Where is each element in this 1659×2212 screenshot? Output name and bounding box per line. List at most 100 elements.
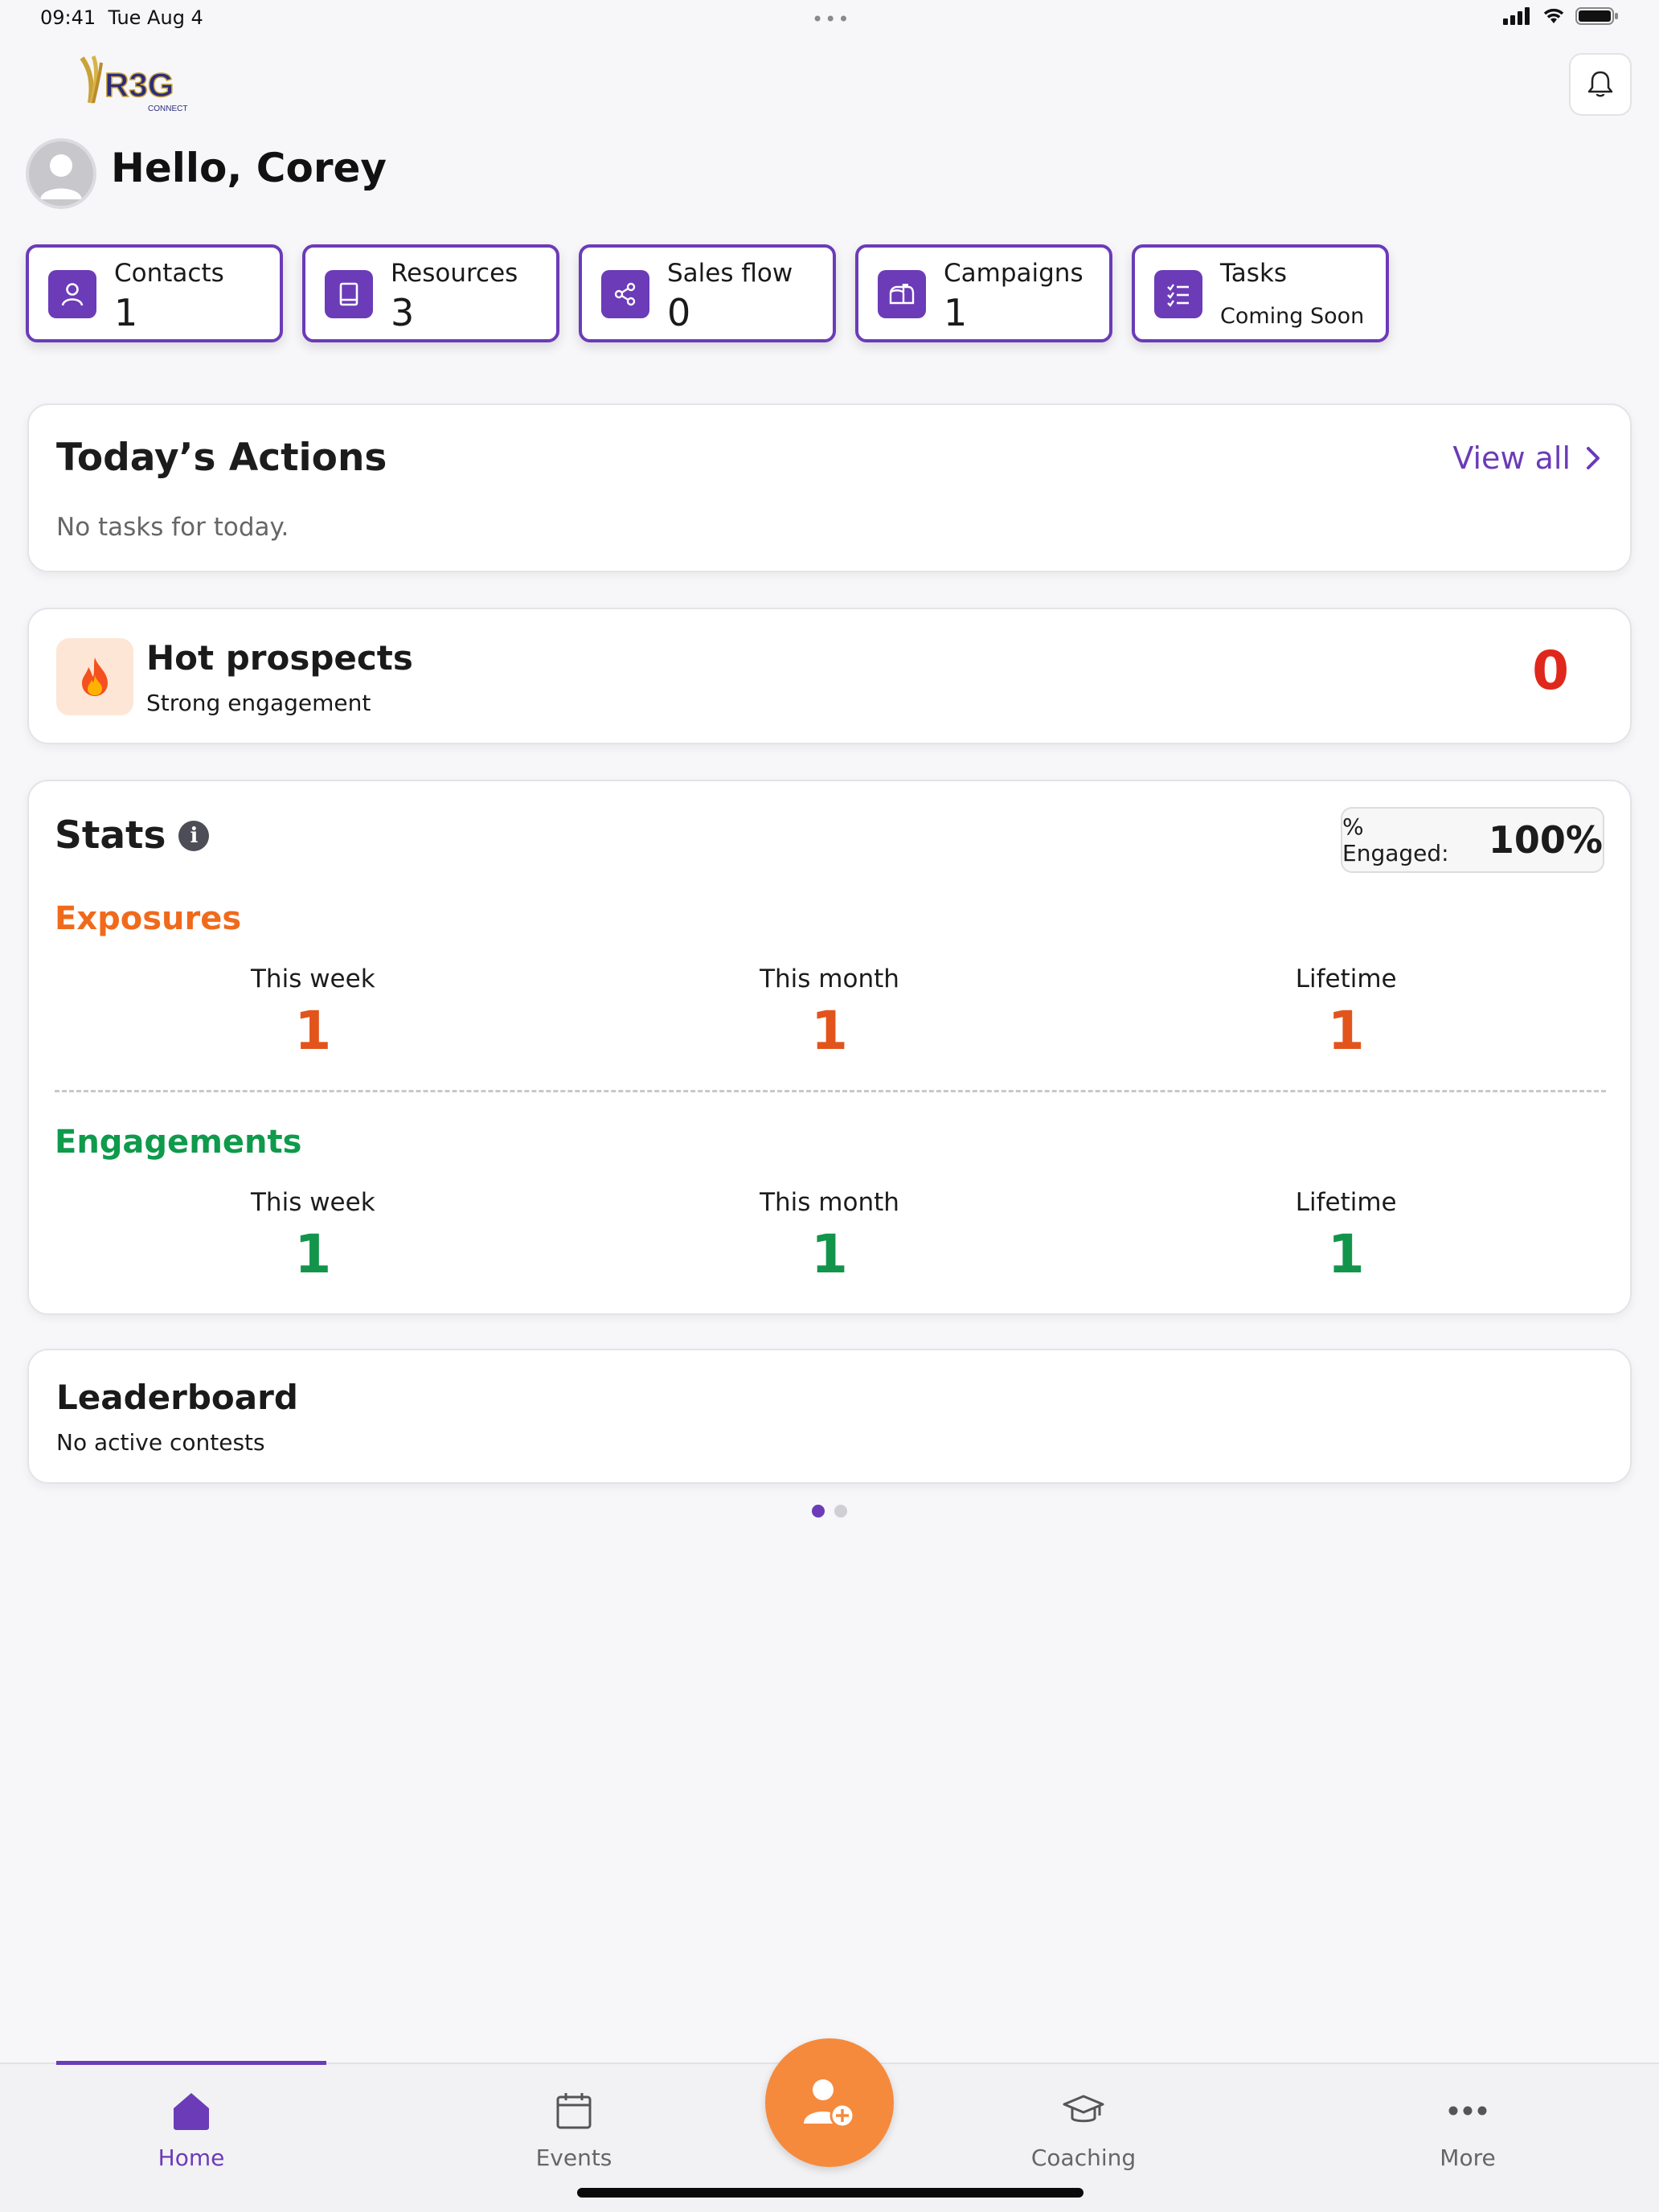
svg-text:R3G: R3G: [104, 66, 174, 104]
page-indicator[interactable]: [812, 1505, 847, 1518]
hot-prospects-title: Hot prospects: [146, 638, 413, 678]
metric-value: 1: [811, 1223, 848, 1285]
metric-label: Lifetime: [1295, 1188, 1397, 1217]
nav-home-label: Home: [158, 2144, 225, 2171]
status-clock: 09:41: [40, 6, 96, 29]
greeting: Hello, Corey: [111, 145, 387, 191]
no-tasks-note: No tasks for today.: [56, 513, 289, 542]
status-bar: 09:41 Tue Aug 4 •••: [0, 0, 1659, 39]
engaged-badge: % Engaged: 100%: [1341, 807, 1604, 873]
nav-events-label: Events: [535, 2144, 612, 2171]
view-all-link[interactable]: View all: [1452, 440, 1601, 476]
metric-label: This week: [251, 965, 375, 993]
exposures-lifetime: Lifetime 1: [1088, 965, 1604, 1062]
metric-label: This month: [760, 1188, 899, 1217]
nav-coaching[interactable]: Coaching: [995, 2085, 1172, 2171]
resources-count: 3: [391, 291, 415, 334]
nav-more-label: More: [1440, 2144, 1496, 2171]
leaderboard-panel[interactable]: Leaderboard No active contests: [27, 1349, 1632, 1484]
contacts-count: 1: [114, 291, 138, 334]
sales-flow-card[interactable]: Sales flow 0: [579, 244, 836, 342]
stats-panel: Stats i % Engaged: 100% Exposures This w…: [27, 780, 1632, 1315]
leaderboard-title: Leaderboard: [56, 1378, 298, 1417]
status-date: Tue Aug 4: [108, 6, 203, 29]
home-indicator[interactable]: [577, 2188, 1083, 2198]
tasks-coming-soon: Coming Soon: [1220, 304, 1365, 329]
view-all-label: View all: [1452, 440, 1571, 476]
resources-card[interactable]: Resources 3: [302, 244, 559, 342]
more-dots-icon: [1379, 2085, 1556, 2136]
contacts-card[interactable]: Contacts 1: [26, 244, 283, 342]
metric-value: 1: [1327, 1223, 1365, 1285]
stats-title: Stats i: [55, 813, 210, 858]
leaderboard-subtitle: No active contests: [56, 1429, 265, 1456]
campaigns-label: Campaigns: [944, 259, 1083, 288]
metric-value: 1: [1327, 1000, 1365, 1062]
metric-label: This week: [251, 1188, 375, 1217]
chevron-right-icon: [1587, 447, 1600, 469]
checklist-icon: [1154, 270, 1202, 318]
resources-label: Resources: [391, 259, 518, 288]
svg-text:CONNECT: CONNECT: [148, 104, 187, 113]
stats-divider: [55, 1090, 1606, 1092]
info-icon[interactable]: i: [178, 820, 210, 851]
avatar[interactable]: [26, 138, 96, 209]
signal-icon: [1503, 7, 1530, 25]
metric-label: This month: [760, 965, 899, 993]
battery-icon: [1575, 7, 1618, 25]
exposures-title: Exposures: [55, 900, 242, 937]
home-icon: [103, 2085, 280, 2136]
metric-value: 1: [811, 1000, 848, 1062]
nav-coaching-label: Coaching: [1030, 2144, 1137, 2171]
book-icon: [325, 270, 373, 318]
engaged-value: 100%: [1488, 818, 1603, 862]
engagements-month: This month 1: [571, 1188, 1088, 1285]
exposures-month: This month 1: [571, 965, 1088, 1062]
calendar-icon: [485, 2085, 662, 2136]
person-icon: [48, 270, 96, 318]
status-indicators: [1503, 6, 1619, 26]
quick-cards: Contacts 1 Resources 3 Sales flow 0 Camp…: [26, 244, 1389, 342]
nav-active-indicator: [56, 2061, 326, 2065]
wifi-icon: [1543, 8, 1564, 23]
add-person-icon: [804, 2079, 855, 2128]
sales-flow-label: Sales flow: [667, 259, 793, 288]
exposures-row: This week 1 This month 1 Lifetime 1: [55, 965, 1604, 1062]
todays-actions-title: Today’s Actions: [56, 436, 387, 480]
add-contact-button[interactable]: [765, 2038, 894, 2167]
metric-label: Lifetime: [1295, 965, 1397, 993]
hot-prospects-subtitle: Strong engagement: [146, 690, 371, 716]
page-dot[interactable]: [834, 1505, 847, 1518]
fire-icon: [56, 638, 133, 715]
page-dot-active[interactable]: [812, 1505, 825, 1518]
exposures-week: This week 1: [55, 965, 571, 1062]
r3g-logo: R3G CONNECT: [77, 55, 198, 114]
campaigns-count: 1: [944, 291, 968, 334]
sales-flow-count: 0: [667, 291, 691, 334]
tasks-label: Tasks: [1220, 259, 1288, 288]
bell-icon: [1587, 71, 1613, 97]
todays-actions-panel: Today’s Actions View all No tasks for to…: [27, 403, 1632, 572]
share-icon: [601, 270, 649, 318]
status-time: 09:41 Tue Aug 4: [40, 6, 203, 29]
hot-prospects-panel[interactable]: Hot prospects Strong engagement 0: [27, 608, 1632, 744]
nav-events[interactable]: Events: [485, 2085, 662, 2171]
contacts-label: Contacts: [114, 259, 224, 288]
notifications-button[interactable]: [1569, 53, 1632, 116]
metric-value: 1: [294, 1223, 332, 1285]
graduation-cap-icon: [995, 2085, 1172, 2136]
nav-home[interactable]: Home: [103, 2085, 280, 2171]
engagements-week: This week 1: [55, 1188, 571, 1285]
stats-title-text: Stats: [55, 813, 166, 858]
multitask-dots-icon[interactable]: •••: [812, 8, 850, 31]
engaged-label: % Engaged:: [1342, 813, 1449, 866]
engagements-lifetime: Lifetime 1: [1088, 1188, 1604, 1285]
user-placeholder-icon: [40, 154, 82, 199]
nav-more[interactable]: More: [1379, 2085, 1556, 2171]
mailbox-icon: [878, 270, 926, 318]
engagements-title: Engagements: [55, 1124, 302, 1161]
hot-prospects-count: 0: [1532, 640, 1569, 702]
tasks-card[interactable]: Tasks Coming Soon: [1132, 244, 1389, 342]
campaigns-card[interactable]: Campaigns 1: [855, 244, 1112, 342]
metric-value: 1: [294, 1000, 332, 1062]
